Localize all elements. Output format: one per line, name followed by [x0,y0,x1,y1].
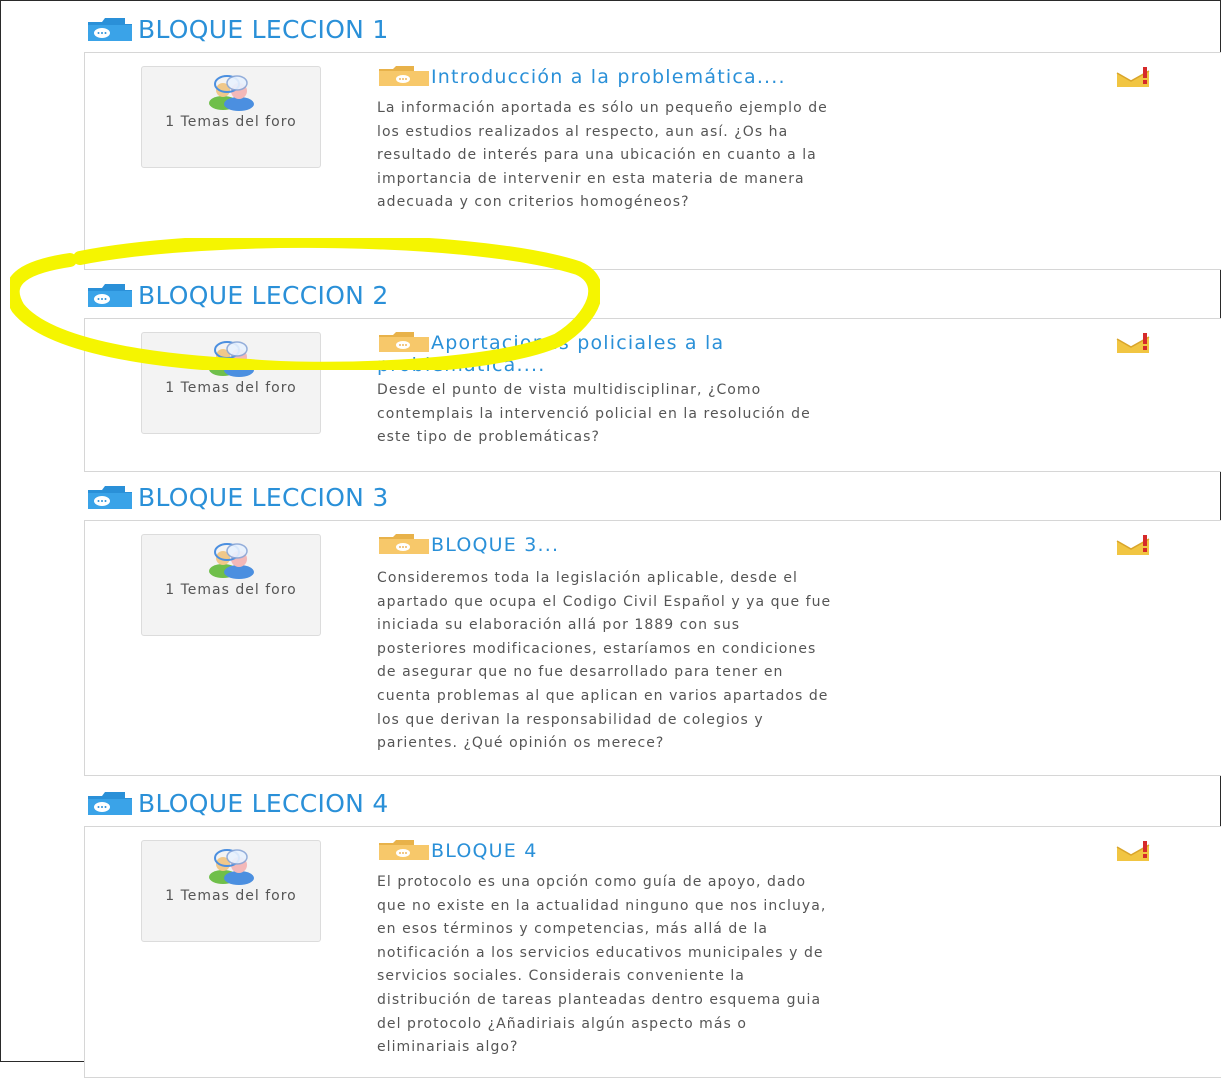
forum-block: 1 Temas del foro Introducción a la probl… [84,52,1221,270]
forum-stats[interactable]: 1 Temas del foro [141,66,321,168]
users-icon [203,339,259,377]
forum-count: 1 Temas del foro [165,582,297,598]
topic-title[interactable]: BLOQUE 4 [377,839,847,862]
forum-stats[interactable]: 1 Temas del foro [141,840,321,942]
topic-description: Desde el punto de vista multidisciplinar… [377,382,811,446]
mail-flag-icon[interactable] [1115,333,1153,355]
forum-block: 1 Temas del foro BLOQUE 3... Consideremo… [84,520,1221,776]
topic-title-link[interactable]: Introducción a la problemática.... [431,66,786,88]
users-icon [203,847,259,885]
forum-folder-icon [86,282,134,308]
forum-stats[interactable]: 1 Temas del foro [141,332,321,434]
topic-description: Consideremos toda la legislación aplicab… [377,570,832,752]
mail-flag-icon[interactable] [1115,535,1153,557]
topic-title-link[interactable]: Aportaciones policiales a la problemátic… [377,332,724,376]
block-title[interactable]: BLOQUE LECCION 4 [86,786,389,820]
topic-title[interactable]: BLOQUE 3... [377,533,847,556]
folder-icon [377,65,429,87]
block-title-text[interactable]: BLOQUE LECCION 1 [138,15,389,44]
forum-folder-icon [86,16,134,42]
folder-icon [377,533,429,555]
folder-icon [377,331,429,353]
mail-flag-icon[interactable] [1115,841,1153,863]
topic-description: El protocolo es una opción como guía de … [377,874,827,1056]
topic-title-link[interactable]: BLOQUE 4 [431,840,538,862]
folder-icon [377,839,429,861]
topic-title[interactable]: Aportaciones policiales a la problemátic… [377,331,847,376]
topic-title[interactable]: Introducción a la problemática.... [377,65,847,88]
block-title-text[interactable]: BLOQUE LECCION 3 [138,483,389,512]
forum-folder-icon [86,790,134,816]
forum-count: 1 Temas del foro [165,888,297,904]
users-icon [203,541,259,579]
forum-folder-icon [86,484,134,510]
block-title[interactable]: BLOQUE LECCION 1 [86,12,389,46]
users-icon [203,73,259,111]
block-title-text[interactable]: BLOQUE LECCION 2 [138,281,389,310]
block-title[interactable]: BLOQUE LECCION 3 [86,480,389,514]
forum-count: 1 Temas del foro [165,380,297,396]
mail-flag-icon[interactable] [1115,67,1153,89]
block-title[interactable]: BLOQUE LECCION 2 [86,278,389,312]
forum-block: 1 Temas del foro BLOQUE 4 El protocolo e… [84,826,1221,1078]
block-title-text[interactable]: BLOQUE LECCION 4 [138,789,389,818]
topic-description: La información aportada es sólo un peque… [377,100,828,211]
forum-stats[interactable]: 1 Temas del foro [141,534,321,636]
forum-count: 1 Temas del foro [165,114,297,130]
forum-block: 1 Temas del foro Aportaciones policiales… [84,318,1221,472]
topic-title-link[interactable]: BLOQUE 3... [431,534,559,556]
